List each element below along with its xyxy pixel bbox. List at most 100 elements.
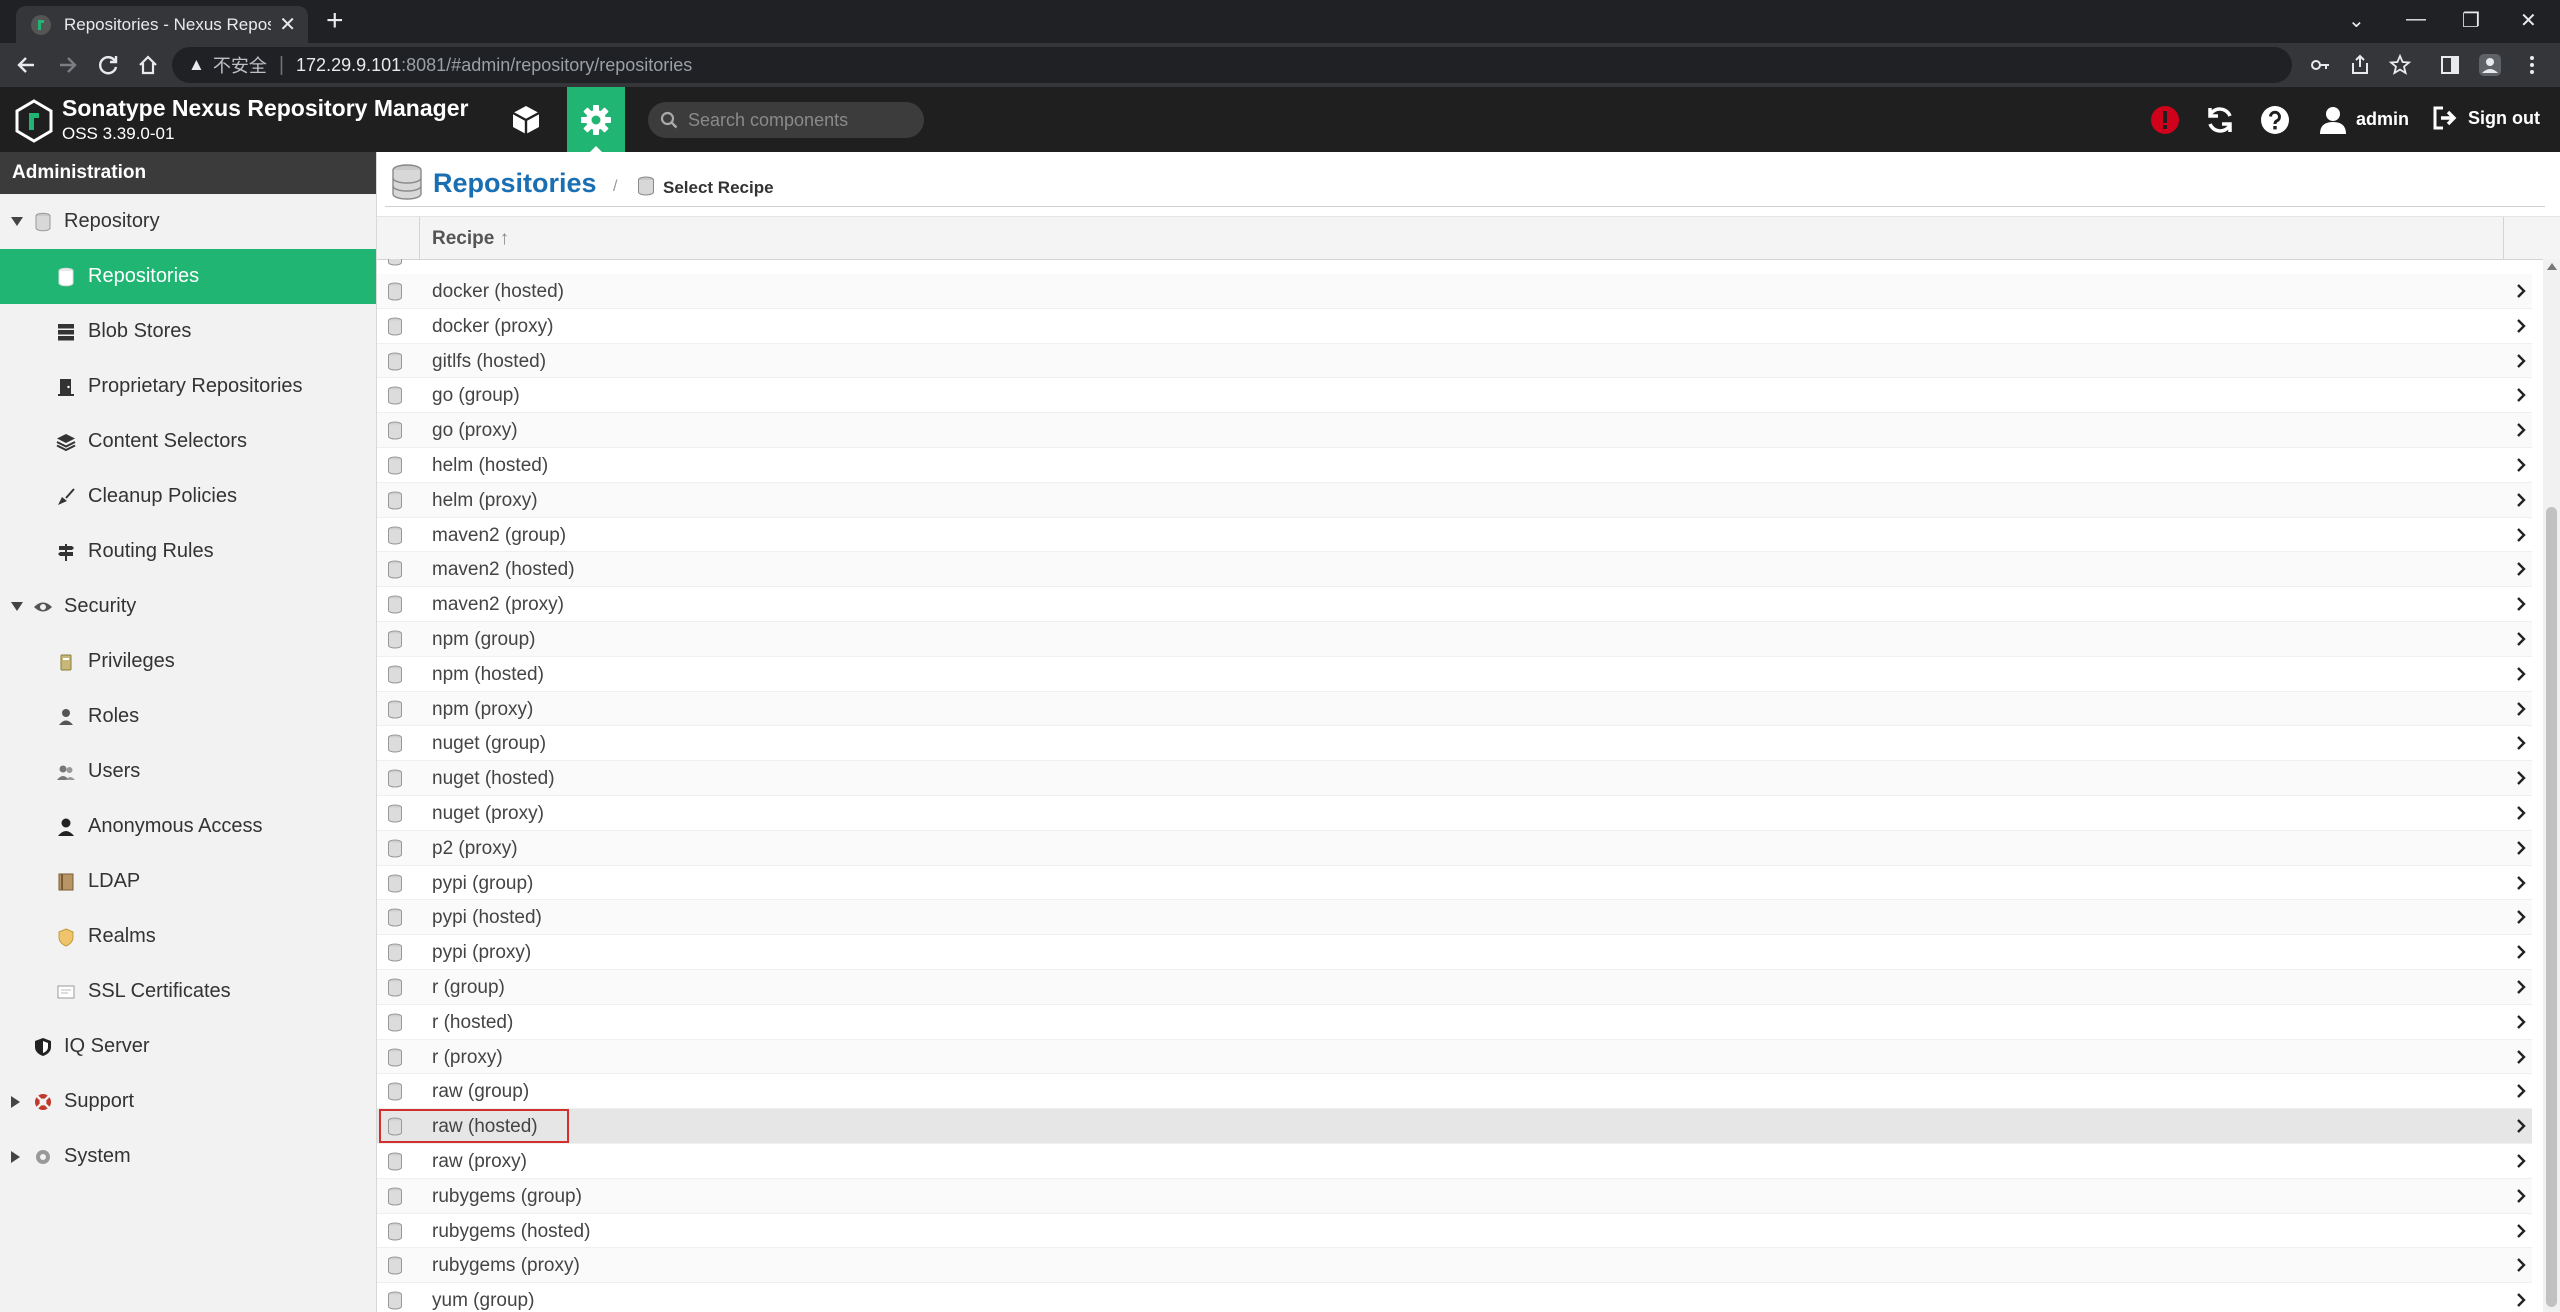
recipe-name: go (proxy) xyxy=(432,420,518,442)
recipe-name: nuget (proxy) xyxy=(432,803,544,824)
table-row[interactable]: docker (proxy) xyxy=(377,309,2532,344)
page-title[interactable]: Repositories xyxy=(433,168,597,199)
refresh-icon[interactable] xyxy=(2203,103,2237,137)
table-row[interactable]: docker (hosted) xyxy=(377,274,2532,309)
search-input[interactable] xyxy=(686,108,910,132)
sidebar-item-content-selectors[interactable]: Content Selectors xyxy=(0,414,376,469)
table-row[interactable]: raw (group) xyxy=(377,1074,2532,1110)
sidebar-item-label: Proprietary Repositories xyxy=(88,375,303,397)
table-row[interactable]: rubygems (proxy) xyxy=(377,1248,2532,1284)
scroll-up-arrow-icon[interactable] xyxy=(2547,263,2557,270)
table-row[interactable]: maven2 (proxy) xyxy=(377,587,2532,622)
sidebar-item-label: Privileges xyxy=(88,650,175,672)
table-row[interactable]: rubygems (group) xyxy=(377,1178,2532,1214)
table-row[interactable]: npm (hosted) xyxy=(377,657,2532,692)
sidebar-item-security[interactable]: Security xyxy=(0,579,376,634)
grid-scrollbar[interactable] xyxy=(2543,259,2560,1312)
share-icon[interactable] xyxy=(2348,53,2372,77)
new-tab-button[interactable]: + xyxy=(326,6,344,36)
table-row[interactable]: maven2 (group) xyxy=(377,518,2532,553)
table-row[interactable]: pypi (proxy) xyxy=(377,935,2532,970)
table-row[interactable]: npm (group) xyxy=(377,622,2532,657)
user-icon[interactable] xyxy=(2316,103,2350,137)
database-icon xyxy=(388,700,402,719)
sidebar-item-blob-stores[interactable]: Blob Stores xyxy=(0,304,376,359)
sidebar-item-privileges[interactable]: Privileges xyxy=(0,634,376,689)
sign-out-button[interactable]: Sign out xyxy=(2432,105,2540,131)
table-row[interactable]: nuget (proxy) xyxy=(377,796,2532,831)
sidebar-item-routing-rules[interactable]: Routing Rules xyxy=(0,524,376,579)
table-row[interactable]: rubygems (hosted) xyxy=(377,1214,2532,1249)
sidebar-item-roles[interactable]: Roles xyxy=(0,689,376,744)
browser-tab[interactable]: Repositories - Nexus Repository Manager … xyxy=(16,6,308,43)
table-row[interactable]: raw (hosted) xyxy=(377,1109,2532,1144)
table-row[interactable]: r (proxy) xyxy=(377,1039,2532,1075)
table-row[interactable]: r (group) xyxy=(377,970,2532,1005)
key-icon[interactable] xyxy=(2308,53,2332,77)
chevron-right-icon xyxy=(2517,284,2526,298)
sidebar-item-repository[interactable]: Repository xyxy=(0,194,376,249)
sidebar-item-support[interactable]: Support xyxy=(0,1074,376,1129)
table-row[interactable]: p2 (proxy) xyxy=(377,830,2532,866)
sidebar-item-ldap[interactable]: LDAP xyxy=(0,854,376,909)
table-row-partial[interactable] xyxy=(377,259,2532,274)
tab-search-icon[interactable]: ⌄ xyxy=(2348,8,2365,33)
sidebar-item-repositories[interactable]: Repositories xyxy=(0,249,376,304)
tab-close-icon[interactable]: ✕ xyxy=(279,12,296,37)
scroll-thumb[interactable] xyxy=(2546,507,2557,1307)
home-icon[interactable] xyxy=(134,51,162,79)
collapse-caret-icon[interactable] xyxy=(11,1150,20,1163)
table-row[interactable]: npm (proxy) xyxy=(377,691,2532,727)
sidebar-item-label: LDAP xyxy=(88,870,141,892)
table-row[interactable]: maven2 (hosted) xyxy=(377,552,2532,588)
omnibox[interactable]: ▲ 不安全 | 172.29.9.101 :8081/#admin/reposi… xyxy=(172,47,2292,83)
kebab-menu-icon[interactable] xyxy=(2520,53,2544,77)
sidebar-item-iq-server[interactable]: IQ Server xyxy=(0,1019,376,1074)
reload-icon[interactable] xyxy=(94,51,122,79)
system-alert-icon[interactable] xyxy=(2148,103,2182,137)
minimize-icon[interactable]: — xyxy=(2406,8,2426,31)
side-panel-icon[interactable] xyxy=(2438,53,2462,77)
help-icon[interactable] xyxy=(2258,103,2292,137)
table-row[interactable]: nuget (hosted) xyxy=(377,761,2532,796)
user-name[interactable]: admin xyxy=(2356,109,2409,130)
admin-mode-button[interactable] xyxy=(567,87,625,152)
browse-mode-button[interactable] xyxy=(500,87,552,152)
table-row[interactable]: helm (hosted) xyxy=(377,448,2532,483)
chevron-right-icon xyxy=(2517,1049,2526,1064)
restore-icon[interactable]: ❐ xyxy=(2462,8,2480,33)
bookmark-star-icon[interactable] xyxy=(2388,53,2412,77)
table-row[interactable]: pypi (hosted) xyxy=(377,900,2532,936)
forward-arrow-icon[interactable] xyxy=(54,51,82,79)
expand-caret-icon[interactable] xyxy=(11,602,23,611)
profile-icon[interactable] xyxy=(2478,53,2502,77)
table-row[interactable]: go (proxy) xyxy=(377,413,2532,448)
sidebar-item-users[interactable]: Users xyxy=(0,744,376,799)
sidebar-item-ssl-certificates[interactable]: SSL Certificates xyxy=(0,964,376,1019)
table-row[interactable]: yum (group) xyxy=(377,1283,2532,1312)
sidebar-item-system[interactable]: System xyxy=(0,1129,376,1184)
sidebar-item-anonymous-access[interactable]: Anonymous Access xyxy=(0,799,376,854)
table-row[interactable]: go (group) xyxy=(377,378,2532,414)
table-row[interactable]: gitlfs (hosted) xyxy=(377,343,2532,379)
search-components-box[interactable] xyxy=(648,102,924,138)
table-row[interactable]: nuget (group) xyxy=(377,726,2532,762)
recipe-name: gitlfs (hosted) xyxy=(432,350,547,372)
recipe-name: helm (hosted) xyxy=(432,455,549,476)
recipe-name: docker (hosted) xyxy=(432,281,565,302)
sidebar-item-realms[interactable]: Realms xyxy=(0,909,376,964)
table-row[interactable]: pypi (group) xyxy=(377,866,2532,901)
table-row[interactable]: helm (proxy) xyxy=(377,482,2532,518)
table-row[interactable]: raw (proxy) xyxy=(377,1144,2532,1179)
back-arrow-icon[interactable] xyxy=(12,51,40,79)
recipe-column-header[interactable]: Recipe ↑ xyxy=(432,228,509,250)
sidebar-item-proprietary-repositories[interactable]: Proprietary Repositories xyxy=(0,359,376,414)
close-window-icon[interactable]: ✕ xyxy=(2520,8,2537,33)
server-icon xyxy=(56,322,76,342)
sidebar-item-label: Realms xyxy=(88,925,156,947)
collapse-caret-icon[interactable] xyxy=(11,1095,20,1108)
table-row[interactable]: r (hosted) xyxy=(377,1005,2532,1040)
sidebar-item-cleanup-policies[interactable]: Cleanup Policies xyxy=(0,469,376,524)
recipe-name: pypi (group) xyxy=(432,872,534,894)
expand-caret-icon[interactable] xyxy=(11,217,23,226)
